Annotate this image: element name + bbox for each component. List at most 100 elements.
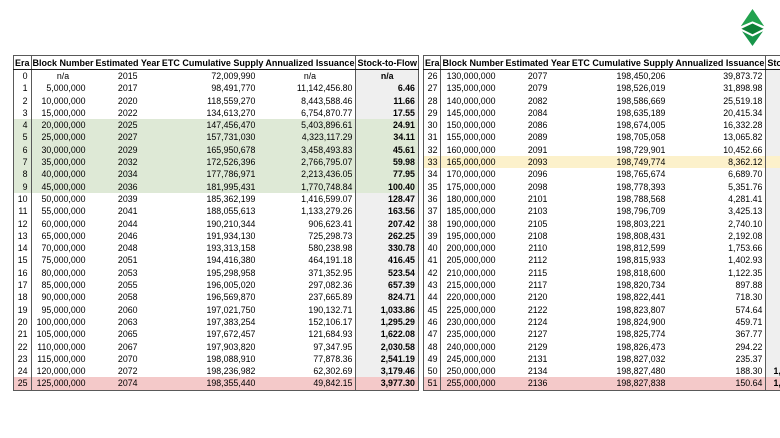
era-row: 43215,000,0002117198,820,734897.88221,43… [423, 279, 780, 291]
era-cell: 48 [423, 341, 441, 353]
block-number-cell: 130,000,000 [441, 70, 505, 83]
block-number-cell: 165,000,000 [441, 156, 505, 168]
era-row: 46230,000,0002124198,824,900459.71432,49… [423, 316, 780, 328]
block-number-cell: 105,000,000 [31, 328, 95, 340]
cumulative-supply-cell: 165,950,678 [161, 144, 265, 156]
cumulative-supply-cell: 198,526,019 [571, 82, 675, 94]
cumulative-supply-cell: 198,729,901 [571, 144, 675, 156]
era-row: 1365,000,0002046191,934,130725,298.73262… [14, 230, 419, 242]
column-header: ETC Cumulative Supply [571, 56, 675, 70]
cumulative-supply-cell: 196,005,020 [161, 279, 265, 291]
era-cell: 2 [14, 95, 32, 107]
era-row: 210,000,0002020118,559,2708,443,588.4611… [14, 95, 419, 107]
estimated-year-cell: 2124 [504, 316, 570, 328]
era-cell: 15 [14, 254, 32, 266]
era-row: 40200,000,0002110198,812,5991,753.66113,… [423, 242, 780, 254]
annualized-issuance-cell: 906,623.41 [264, 218, 356, 230]
estimated-year-cell: 2058 [95, 291, 161, 303]
annualized-issuance-cell: 897.88 [674, 279, 766, 291]
block-number-cell: 125,000,000 [31, 377, 95, 390]
block-number-cell: 140,000,000 [441, 95, 505, 107]
annualized-issuance-cell: 464,191.18 [264, 254, 356, 266]
column-header: ETC Cumulative Supply [161, 56, 265, 70]
era-row: 420,000,0002025147,456,4705,403,896.6124… [14, 119, 419, 131]
block-number-cell: n/a [31, 70, 95, 83]
era-cell: 14 [14, 242, 32, 254]
cumulative-supply-cell: 198,825,774 [571, 328, 675, 340]
estimated-year-cell: 2127 [504, 328, 570, 340]
cumulative-supply-cell: 198,088,910 [161, 353, 265, 365]
annualized-issuance-cell: 13,065.82 [674, 131, 766, 143]
cumulative-supply-cell: 193,313,158 [161, 242, 265, 254]
block-number-cell: 5,000,000 [31, 82, 95, 94]
annualized-issuance-cell: 1,122.35 [674, 267, 766, 279]
era-row: 1680,000,0002053195,298,958371,352.95523… [14, 267, 419, 279]
annualized-issuance-cell: 25,519.18 [674, 95, 766, 107]
stock-to-flow-cell: 141,712.24 [766, 254, 780, 266]
annualized-issuance-cell: 20,415.34 [674, 107, 766, 119]
block-number-cell: 155,000,000 [441, 131, 505, 143]
annualized-issuance-cell: 190,132.71 [264, 304, 356, 316]
stock-to-flow-cell: 1,033.86 [356, 304, 419, 316]
era-row: 945,000,0002036181,995,4311,770,748.8410… [14, 181, 419, 193]
estimated-year-cell: 2072 [95, 365, 161, 377]
era-row: 51255,000,0002136198,827,838150.641,319,… [423, 377, 780, 390]
block-number-cell: 195,000,000 [441, 230, 505, 242]
annualized-issuance-cell: 8,443,588.46 [264, 95, 356, 107]
annualized-issuance-cell: 1,753.66 [674, 242, 766, 254]
cumulative-supply-cell: 198,788,568 [571, 193, 675, 205]
cumulative-supply-cell: 198,824,900 [571, 316, 675, 328]
stock-to-flow-cell: 24.91 [356, 119, 419, 131]
cumulative-supply-cell: 191,934,130 [161, 230, 265, 242]
block-number-cell: 65,000,000 [31, 230, 95, 242]
era-row: 15,000,000201798,491,77011,142,456.806.4… [14, 82, 419, 94]
block-number-cell: 145,000,000 [441, 107, 505, 119]
stock-to-flow-cell: 4,974.59 [766, 70, 780, 83]
stock-to-flow-cell: 100.40 [356, 181, 419, 193]
era-row: 37185,000,0002103198,796,7093,425.1358,0… [423, 205, 780, 217]
block-number-cell: 10,000,000 [31, 95, 95, 107]
estimated-year-cell: 2022 [95, 107, 161, 119]
block-number-cell: 240,000,000 [441, 341, 505, 353]
stock-to-flow-cell: 330.78 [356, 242, 419, 254]
estimated-year-cell: 2027 [95, 131, 161, 143]
estimated-year-cell: 2046 [95, 230, 161, 242]
era-cell: 30 [423, 119, 441, 131]
column-header: Annualized Issuance [264, 56, 356, 70]
estimated-year-cell: 2048 [95, 242, 161, 254]
etc-emission-table-left: EraBlock NumberEstimated YearETC Cumulat… [13, 55, 419, 391]
era-row: 23115,000,0002070198,088,91077,878.362,5… [14, 353, 419, 365]
stock-to-flow-cell: 207.42 [356, 218, 419, 230]
era-row: 1890,000,0002058196,569,870237,665.89824… [14, 291, 419, 303]
era-row: 25125,000,0002074198,355,44049,842.153,9… [14, 377, 419, 390]
estimated-year-cell: 2029 [95, 144, 161, 156]
stock-to-flow-cell: 34.11 [356, 131, 419, 143]
stock-to-flow-cell: 262.25 [356, 230, 419, 242]
estimated-year-cell: 2098 [504, 181, 570, 193]
era-row: 840,000,0002034177,786,9712,213,436.0577… [14, 168, 419, 180]
cumulative-supply-cell: 198,450,206 [571, 70, 675, 83]
annualized-issuance-cell: 235.37 [674, 353, 766, 365]
era-row: 45225,000,0002122198,823,807574.64345,99… [423, 304, 780, 316]
era-cell: 12 [14, 218, 32, 230]
stock-to-flow-cell: 1,055,915.09 [766, 365, 780, 377]
cumulative-supply-cell: 172,526,396 [161, 156, 265, 168]
estimated-year-cell: 2122 [504, 304, 570, 316]
stock-to-flow-cell: 276,793.04 [766, 291, 780, 303]
era-cell: 45 [423, 304, 441, 316]
era-row: 1575,000,0002051194,416,380464,191.18416… [14, 254, 419, 266]
estimated-year-cell: 2032 [95, 156, 161, 168]
stock-to-flow-cell: 113,367.41 [766, 242, 780, 254]
annualized-issuance-cell: 1,402.93 [674, 254, 766, 266]
block-number-cell: 90,000,000 [31, 291, 95, 303]
column-header: Estimated Year [95, 56, 161, 70]
era-cell: 26 [423, 70, 441, 83]
stock-to-flow-cell: 3,977.30 [356, 377, 419, 390]
annualized-issuance-cell: 49,842.15 [264, 377, 356, 390]
annualized-issuance-cell: 2,766,795.07 [264, 156, 356, 168]
stock-to-flow-cell: 432,495.81 [766, 316, 780, 328]
era-cell: 33 [423, 156, 441, 168]
stock-to-flow-cell: n/a [356, 70, 419, 83]
annualized-issuance-cell: 6,754,870.77 [264, 107, 356, 119]
cumulative-supply-cell: 118,559,270 [161, 95, 265, 107]
